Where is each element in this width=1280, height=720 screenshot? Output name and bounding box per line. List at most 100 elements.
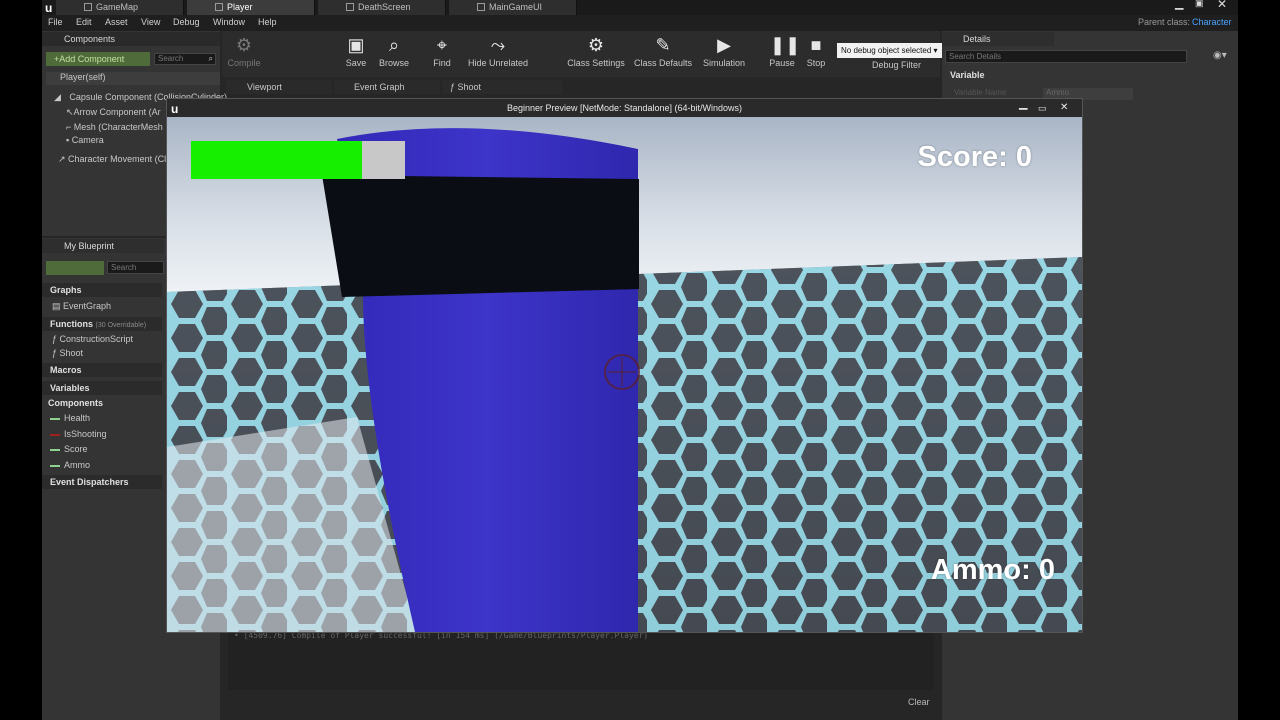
minimize-window-button[interactable]: ▁ bbox=[1175, 0, 1183, 10]
add-component-button[interactable]: +Add Component bbox=[46, 52, 150, 66]
component-item[interactable]: ↖Arrow Component (Ar bbox=[66, 107, 161, 118]
my-blueprint-title: My Blueprint bbox=[64, 241, 115, 251]
variable-pin-icon bbox=[50, 448, 60, 451]
game-scene[interactable]: Score: 0 Ammo: 0 bbox=[167, 117, 1082, 632]
blueprint-icon bbox=[215, 3, 223, 11]
tab-gamemap[interactable]: GameMap bbox=[56, 0, 184, 15]
variable-item-health[interactable]: Health bbox=[50, 413, 90, 423]
compile-icon: ⚙ bbox=[235, 35, 253, 55]
document-tab-bar: u GameMap Player DeathScreen MainGameUI … bbox=[42, 0, 1238, 15]
details-header: Details bbox=[942, 32, 1054, 46]
stop-button[interactable]: ■ Stop bbox=[800, 34, 832, 68]
menu-debug[interactable]: Debug bbox=[173, 17, 200, 27]
hide-unrelated-button[interactable]: ⤳ Hide Unrelated bbox=[464, 34, 532, 68]
debug-filter-label: Debug Filter bbox=[872, 60, 922, 70]
graphs-section-header[interactable]: Graphs bbox=[42, 283, 162, 297]
menu-help[interactable]: Help bbox=[258, 17, 277, 27]
ammo-text: Ammo: 0 bbox=[930, 554, 1055, 586]
add-new-button[interactable] bbox=[46, 261, 104, 275]
unreal-editor-window: u GameMap Player DeathScreen MainGameUI … bbox=[42, 0, 1238, 720]
compile-button[interactable]: ⚙ Compile bbox=[224, 34, 264, 68]
menu-file[interactable]: File bbox=[48, 17, 63, 27]
find-icon: ⌖ bbox=[436, 35, 448, 55]
movement-icon: ↗ bbox=[58, 154, 69, 164]
variable-item-score[interactable]: Score bbox=[50, 444, 88, 454]
component-item[interactable]: ↗ Character Movement (Cl bbox=[58, 154, 166, 165]
arrow-component-icon: ↖ bbox=[66, 107, 74, 117]
unreal-logo-icon: u bbox=[45, 1, 53, 15]
simulation-button[interactable]: ▶ Simulation bbox=[696, 34, 752, 68]
class-defaults-icon: ✎ bbox=[655, 35, 671, 55]
class-settings-button[interactable]: ⚙ Class Settings bbox=[562, 34, 630, 68]
clear-log-button[interactable]: Clear bbox=[908, 697, 930, 707]
pause-icon: ❚❚ bbox=[770, 35, 801, 55]
menu-edit[interactable]: Edit bbox=[76, 17, 92, 27]
graph-tab-shoot[interactable]: ƒ Shoot bbox=[442, 80, 562, 94]
variable-item-ammo[interactable]: Ammo bbox=[50, 460, 90, 470]
components-category[interactable]: Components bbox=[48, 398, 103, 408]
blueprint-search-input[interactable]: Search bbox=[107, 261, 164, 274]
class-settings-icon: ⚙ bbox=[587, 35, 605, 55]
close-window-button[interactable]: ✕ bbox=[1217, 0, 1227, 11]
search-icon: ⌕ bbox=[208, 54, 213, 63]
variable-name-label: Variable Name bbox=[954, 88, 1007, 97]
game-preview-window: u Beginner Preview [NetMode: Standalone]… bbox=[166, 98, 1083, 633]
find-button[interactable]: ⌖ Find bbox=[424, 34, 460, 68]
browse-icon: ⌕ bbox=[388, 35, 400, 55]
parent-class-link[interactable]: Character bbox=[1192, 17, 1232, 27]
save-button[interactable]: ▣ Save bbox=[338, 34, 374, 68]
preview-window-title: Beginner Preview [NetMode: Standalone] (… bbox=[506, 103, 743, 113]
macros-section-header[interactable]: Macros bbox=[42, 363, 162, 377]
close-preview-button[interactable]: ✕ bbox=[1060, 99, 1068, 117]
function-icon: ƒ bbox=[52, 334, 60, 344]
component-item[interactable]: ⌐ Mesh (CharacterMesh bbox=[66, 122, 163, 132]
component-item[interactable]: ▪ Camera bbox=[66, 135, 104, 145]
maximize-window-button[interactable]: ▣ bbox=[1195, 0, 1204, 9]
class-defaults-button[interactable]: ✎ Class Defaults bbox=[630, 34, 696, 68]
graph-tab-event-graph[interactable]: Event Graph bbox=[334, 80, 440, 94]
output-log-panel: • [4509.76] Compile of Player successful… bbox=[228, 630, 934, 690]
tab-label: Player bbox=[227, 2, 253, 12]
event-dispatchers-section-header[interactable]: Event Dispatchers bbox=[42, 475, 162, 489]
simulation-icon: ▶ bbox=[717, 35, 731, 55]
view-options-icon[interactable]: ◉▾ bbox=[1213, 50, 1227, 61]
tab-player[interactable]: Player bbox=[187, 0, 315, 15]
dropdown-arrow-icon: ▾ bbox=[931, 46, 938, 55]
save-icon: ▣ bbox=[347, 35, 365, 55]
browse-button[interactable]: ⌕ Browse bbox=[374, 34, 414, 68]
functions-section-header[interactable]: Functions (30 Overridable) bbox=[42, 317, 162, 331]
menu-view[interactable]: View bbox=[141, 17, 160, 27]
function-item[interactable]: ƒ ConstructionScript bbox=[52, 334, 133, 344]
variable-pin-icon bbox=[50, 464, 60, 467]
minimize-preview-button[interactable]: ▁ bbox=[1019, 95, 1027, 113]
tab-deathscreen[interactable]: DeathScreen bbox=[318, 0, 446, 15]
mesh-icon: ⌐ bbox=[66, 122, 74, 132]
menu-asset[interactable]: Asset bbox=[105, 17, 128, 27]
graph-item-eventgraph[interactable]: ▤ EventGraph bbox=[52, 301, 111, 312]
variables-section-header[interactable]: Variables bbox=[42, 381, 162, 395]
hide-unrelated-icon: ⤳ bbox=[490, 35, 506, 55]
pause-button[interactable]: ❚❚ Pause bbox=[765, 34, 801, 68]
widget-icon bbox=[346, 3, 354, 11]
components-search-input[interactable]: Search ⌕ bbox=[154, 53, 216, 65]
graph-tab-viewport[interactable]: Viewport bbox=[226, 80, 332, 94]
unreal-logo-icon: u bbox=[171, 102, 179, 116]
function-icon: ƒ bbox=[52, 348, 60, 358]
my-blueprint-header: My Blueprint bbox=[42, 239, 164, 253]
component-root[interactable]: Player(self) bbox=[46, 72, 220, 85]
function-item[interactable]: ƒ Shoot bbox=[52, 348, 83, 358]
level-icon bbox=[84, 3, 92, 11]
tab-label: MainGameUI bbox=[489, 2, 543, 12]
details-search-input[interactable]: Search Details bbox=[945, 50, 1187, 63]
tab-maingameui[interactable]: MainGameUI bbox=[449, 0, 577, 15]
function-icon: ƒ bbox=[450, 82, 458, 92]
score-text: Score: 0 bbox=[917, 141, 1032, 173]
graph-icon: ▤ bbox=[52, 301, 64, 311]
parent-class-label: Parent class: bbox=[1138, 17, 1191, 27]
menu-window[interactable]: Window bbox=[213, 17, 245, 27]
variable-section-header[interactable]: Variable bbox=[942, 68, 1238, 82]
variable-item-isshooting[interactable]: IsShooting bbox=[50, 429, 107, 439]
debug-object-select[interactable]: No debug object selected ▾ bbox=[837, 43, 951, 58]
maximize-preview-button[interactable]: ▭ bbox=[1038, 99, 1047, 117]
components-panel-header: Components bbox=[42, 32, 220, 46]
